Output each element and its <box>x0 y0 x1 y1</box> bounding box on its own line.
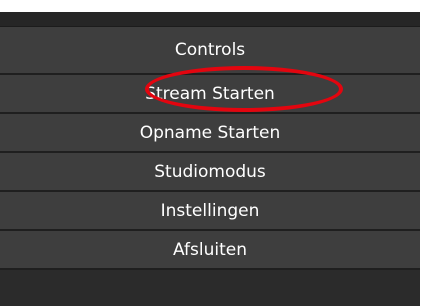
exit-button[interactable]: Afsluiten <box>0 231 420 270</box>
stream-start-label: Stream Starten <box>145 83 275 104</box>
studio-mode-button[interactable]: Studiomodus <box>0 153 420 192</box>
stream-start-button[interactable]: Stream Starten <box>0 75 420 114</box>
controls-title: Controls <box>0 27 420 75</box>
recording-start-button[interactable]: Opname Starten <box>0 114 420 153</box>
recording-start-label: Opname Starten <box>139 122 281 143</box>
controls-panel: Controls Stream Starten Opname Starten S… <box>0 12 420 306</box>
settings-button[interactable]: Instellingen <box>0 192 420 231</box>
settings-label: Instellingen <box>160 200 260 221</box>
controls-title-label: Controls <box>174 40 246 60</box>
studio-mode-label: Studiomodus <box>154 161 266 182</box>
exit-label: Afsluiten <box>173 239 247 260</box>
panel-header-bar <box>0 12 420 27</box>
